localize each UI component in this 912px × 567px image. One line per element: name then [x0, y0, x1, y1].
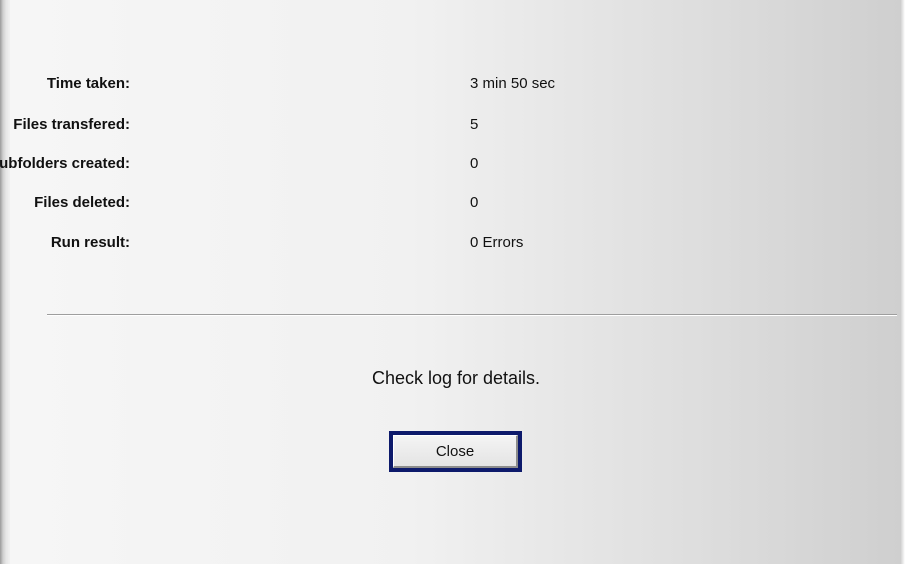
summary-value: 3 min 50 sec: [470, 75, 556, 92]
summary-label: Subfolders created:: [0, 155, 130, 172]
divider: [47, 314, 897, 316]
close-button-label: Close: [393, 435, 518, 468]
summary-label: Files deleted:: [34, 194, 130, 211]
summary-label: Run result:: [50, 234, 130, 251]
summary-row-run-result: Run result: 0 Errors: [0, 231, 600, 255]
window-right-edge: [900, 0, 912, 567]
summary-row-subfolders-created: Subfolders created: 0: [0, 152, 600, 176]
summary-row-time-taken: Time taken: 3 min 50 sec: [0, 72, 600, 96]
summary-row-files-transfered: Files transfered: 5: [0, 113, 600, 137]
close-button[interactable]: Close: [389, 431, 522, 472]
summary-value: 0 Errors: [470, 234, 524, 251]
summary-row-files-deleted: Files deleted: 0: [0, 191, 600, 215]
results-dialog: Time taken: 3 min 50 sec Files transfere…: [0, 0, 912, 567]
summary-label: Files transfered:: [13, 116, 130, 133]
check-log-message: Check log for details.: [371, 368, 541, 388]
summary-value: 0: [470, 155, 479, 172]
summary-value: 5: [470, 116, 479, 133]
summary-value: 0: [470, 194, 479, 211]
summary-label: Time taken:: [46, 75, 130, 92]
